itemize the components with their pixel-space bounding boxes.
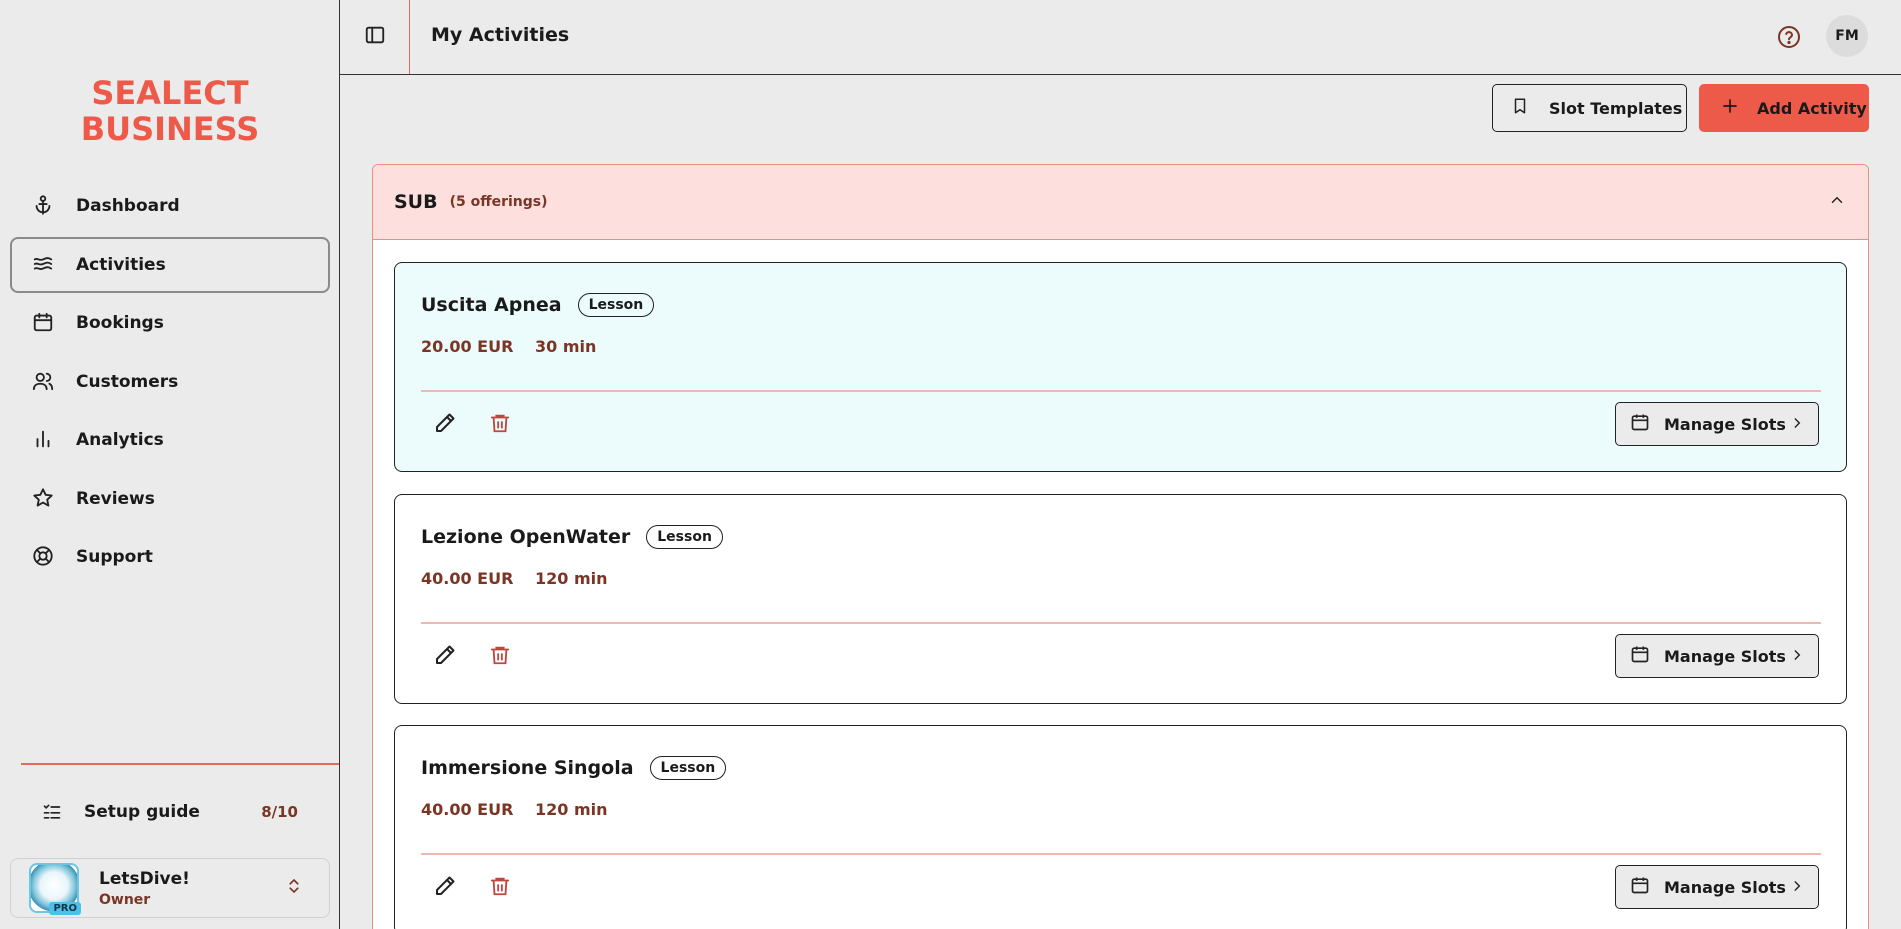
sidebar-item-label: Reviews	[76, 488, 155, 509]
edit-icon[interactable]	[433, 874, 461, 902]
sidebar: SEALECT BUSINESS Dashboard Activities Bo…	[0, 0, 340, 929]
top-header: My Activities FM	[340, 0, 1901, 75]
add-activity-label: Add Activity	[1757, 98, 1867, 118]
account-name: LetsDive!	[99, 868, 190, 889]
trash-icon[interactable]	[489, 411, 517, 439]
manage-slots-button[interactable]: Manage Slots	[1615, 634, 1819, 678]
bookmark-icon	[1511, 96, 1549, 120]
activity-type-badge: Lesson	[649, 756, 727, 780]
activity-duration: 120 min	[535, 800, 608, 819]
activity-price: 20.00 EUR	[421, 337, 514, 356]
sidebar-item-customers[interactable]: Customers	[10, 354, 330, 410]
activity-name: Lezione OpenWater	[421, 526, 631, 548]
sidebar-item-label: Customers	[76, 371, 179, 392]
svg-text:SEALECT: SEALECT	[91, 74, 248, 112]
sidebar-nav: Dashboard Activities Bookings Customers …	[10, 178, 330, 588]
calendar-icon	[1630, 875, 1650, 899]
sidebar-item-label: Support	[76, 547, 153, 567]
category-title: SUB	[394, 191, 438, 213]
sidebar-item-analytics[interactable]: Analytics	[10, 412, 330, 468]
trash-icon[interactable]	[489, 874, 517, 902]
setup-guide[interactable]: Setup guide 8/10	[42, 796, 298, 828]
page-title: My Activities	[431, 24, 570, 46]
anchor-icon	[32, 194, 56, 218]
category-panel: SUB (5 offerings) Uscita Apnea Lesson 20…	[372, 164, 1869, 929]
account-role: Owner	[99, 891, 151, 908]
help-icon[interactable]	[1777, 25, 1801, 49]
lifebuoy-icon	[32, 545, 56, 569]
pro-badge: PRO	[49, 902, 81, 915]
star-icon	[32, 487, 56, 511]
activity-price: 40.00 EUR	[421, 569, 514, 588]
category-count: (5 offerings)	[449, 194, 548, 210]
add-activity-button[interactable]: Add Activity	[1699, 84, 1869, 132]
activity-card[interactable]: Immersione Singola Lesson 40.00 EUR 120 …	[394, 725, 1847, 929]
sidebar-item-label: Bookings	[76, 313, 164, 333]
activity-card[interactable]: Lezione OpenWater Lesson 40.00 EUR 120 m…	[394, 494, 1847, 704]
bar-chart-icon	[32, 428, 56, 452]
chevron-right-icon	[1790, 647, 1804, 666]
sidebar-item-label: Activities	[76, 254, 166, 275]
account-switcher[interactable]: PRO LetsDive! Owner	[10, 858, 330, 918]
calendar-icon	[32, 311, 56, 335]
sidebar-toggle-button[interactable]	[340, 0, 410, 74]
activity-name: Immersione Singola	[421, 757, 634, 779]
brand-logo[interactable]: SEALECT BUSINESS	[70, 74, 270, 148]
sidebar-toggle-icon	[364, 24, 386, 50]
sidebar-item-label: Dashboard	[76, 196, 180, 216]
sidebar-item-activities[interactable]: Activities	[10, 236, 330, 293]
chevron-up-down-icon	[285, 877, 303, 899]
svg-text:BUSINESS: BUSINESS	[81, 110, 260, 144]
activity-duration: 30 min	[535, 337, 597, 356]
manage-slots-label: Manage Slots	[1664, 646, 1786, 666]
sidebar-item-dashboard[interactable]: Dashboard	[10, 178, 330, 234]
calendar-icon	[1630, 412, 1650, 436]
sidebar-item-bookings[interactable]: Bookings	[10, 295, 330, 351]
plus-icon	[1721, 97, 1757, 119]
activity-card[interactable]: Uscita Apnea Lesson 20.00 EUR 30 min Man…	[394, 262, 1847, 472]
chevron-up-icon[interactable]	[1828, 191, 1846, 213]
waves-icon	[32, 253, 56, 277]
activity-type-badge: Lesson	[577, 293, 655, 317]
sidebar-divider	[21, 763, 339, 765]
chevron-right-icon	[1790, 415, 1804, 434]
manage-slots-label: Manage Slots	[1664, 414, 1786, 434]
account-avatar: PRO	[29, 863, 81, 915]
manage-slots-label: Manage Slots	[1664, 877, 1786, 897]
card-divider	[421, 853, 1821, 855]
trash-icon[interactable]	[489, 643, 517, 671]
edit-icon[interactable]	[433, 411, 461, 439]
chevron-right-icon	[1790, 878, 1804, 897]
activity-price: 40.00 EUR	[421, 800, 514, 819]
manage-slots-button[interactable]: Manage Slots	[1615, 865, 1819, 909]
setup-guide-progress: 8/10	[261, 803, 298, 821]
activity-duration: 120 min	[535, 569, 608, 588]
activity-name: Uscita Apnea	[421, 294, 562, 316]
sidebar-item-label: Analytics	[76, 430, 164, 450]
card-divider	[421, 622, 1821, 624]
slot-templates-button[interactable]: Slot Templates	[1492, 84, 1687, 132]
checklist-icon	[42, 802, 64, 822]
activity-type-badge: Lesson	[646, 525, 723, 549]
user-avatar[interactable]: FM	[1826, 15, 1868, 57]
edit-icon[interactable]	[433, 643, 461, 671]
sidebar-item-support[interactable]: Support	[10, 529, 330, 585]
calendar-icon	[1630, 644, 1650, 668]
sidebar-item-reviews[interactable]: Reviews	[10, 471, 330, 527]
slot-templates-label: Slot Templates	[1549, 98, 1683, 118]
category-header[interactable]: SUB (5 offerings)	[373, 165, 1868, 240]
card-divider	[421, 390, 1821, 392]
manage-slots-button[interactable]: Manage Slots	[1615, 402, 1819, 446]
setup-guide-label: Setup guide	[84, 802, 200, 822]
users-icon	[32, 370, 56, 394]
